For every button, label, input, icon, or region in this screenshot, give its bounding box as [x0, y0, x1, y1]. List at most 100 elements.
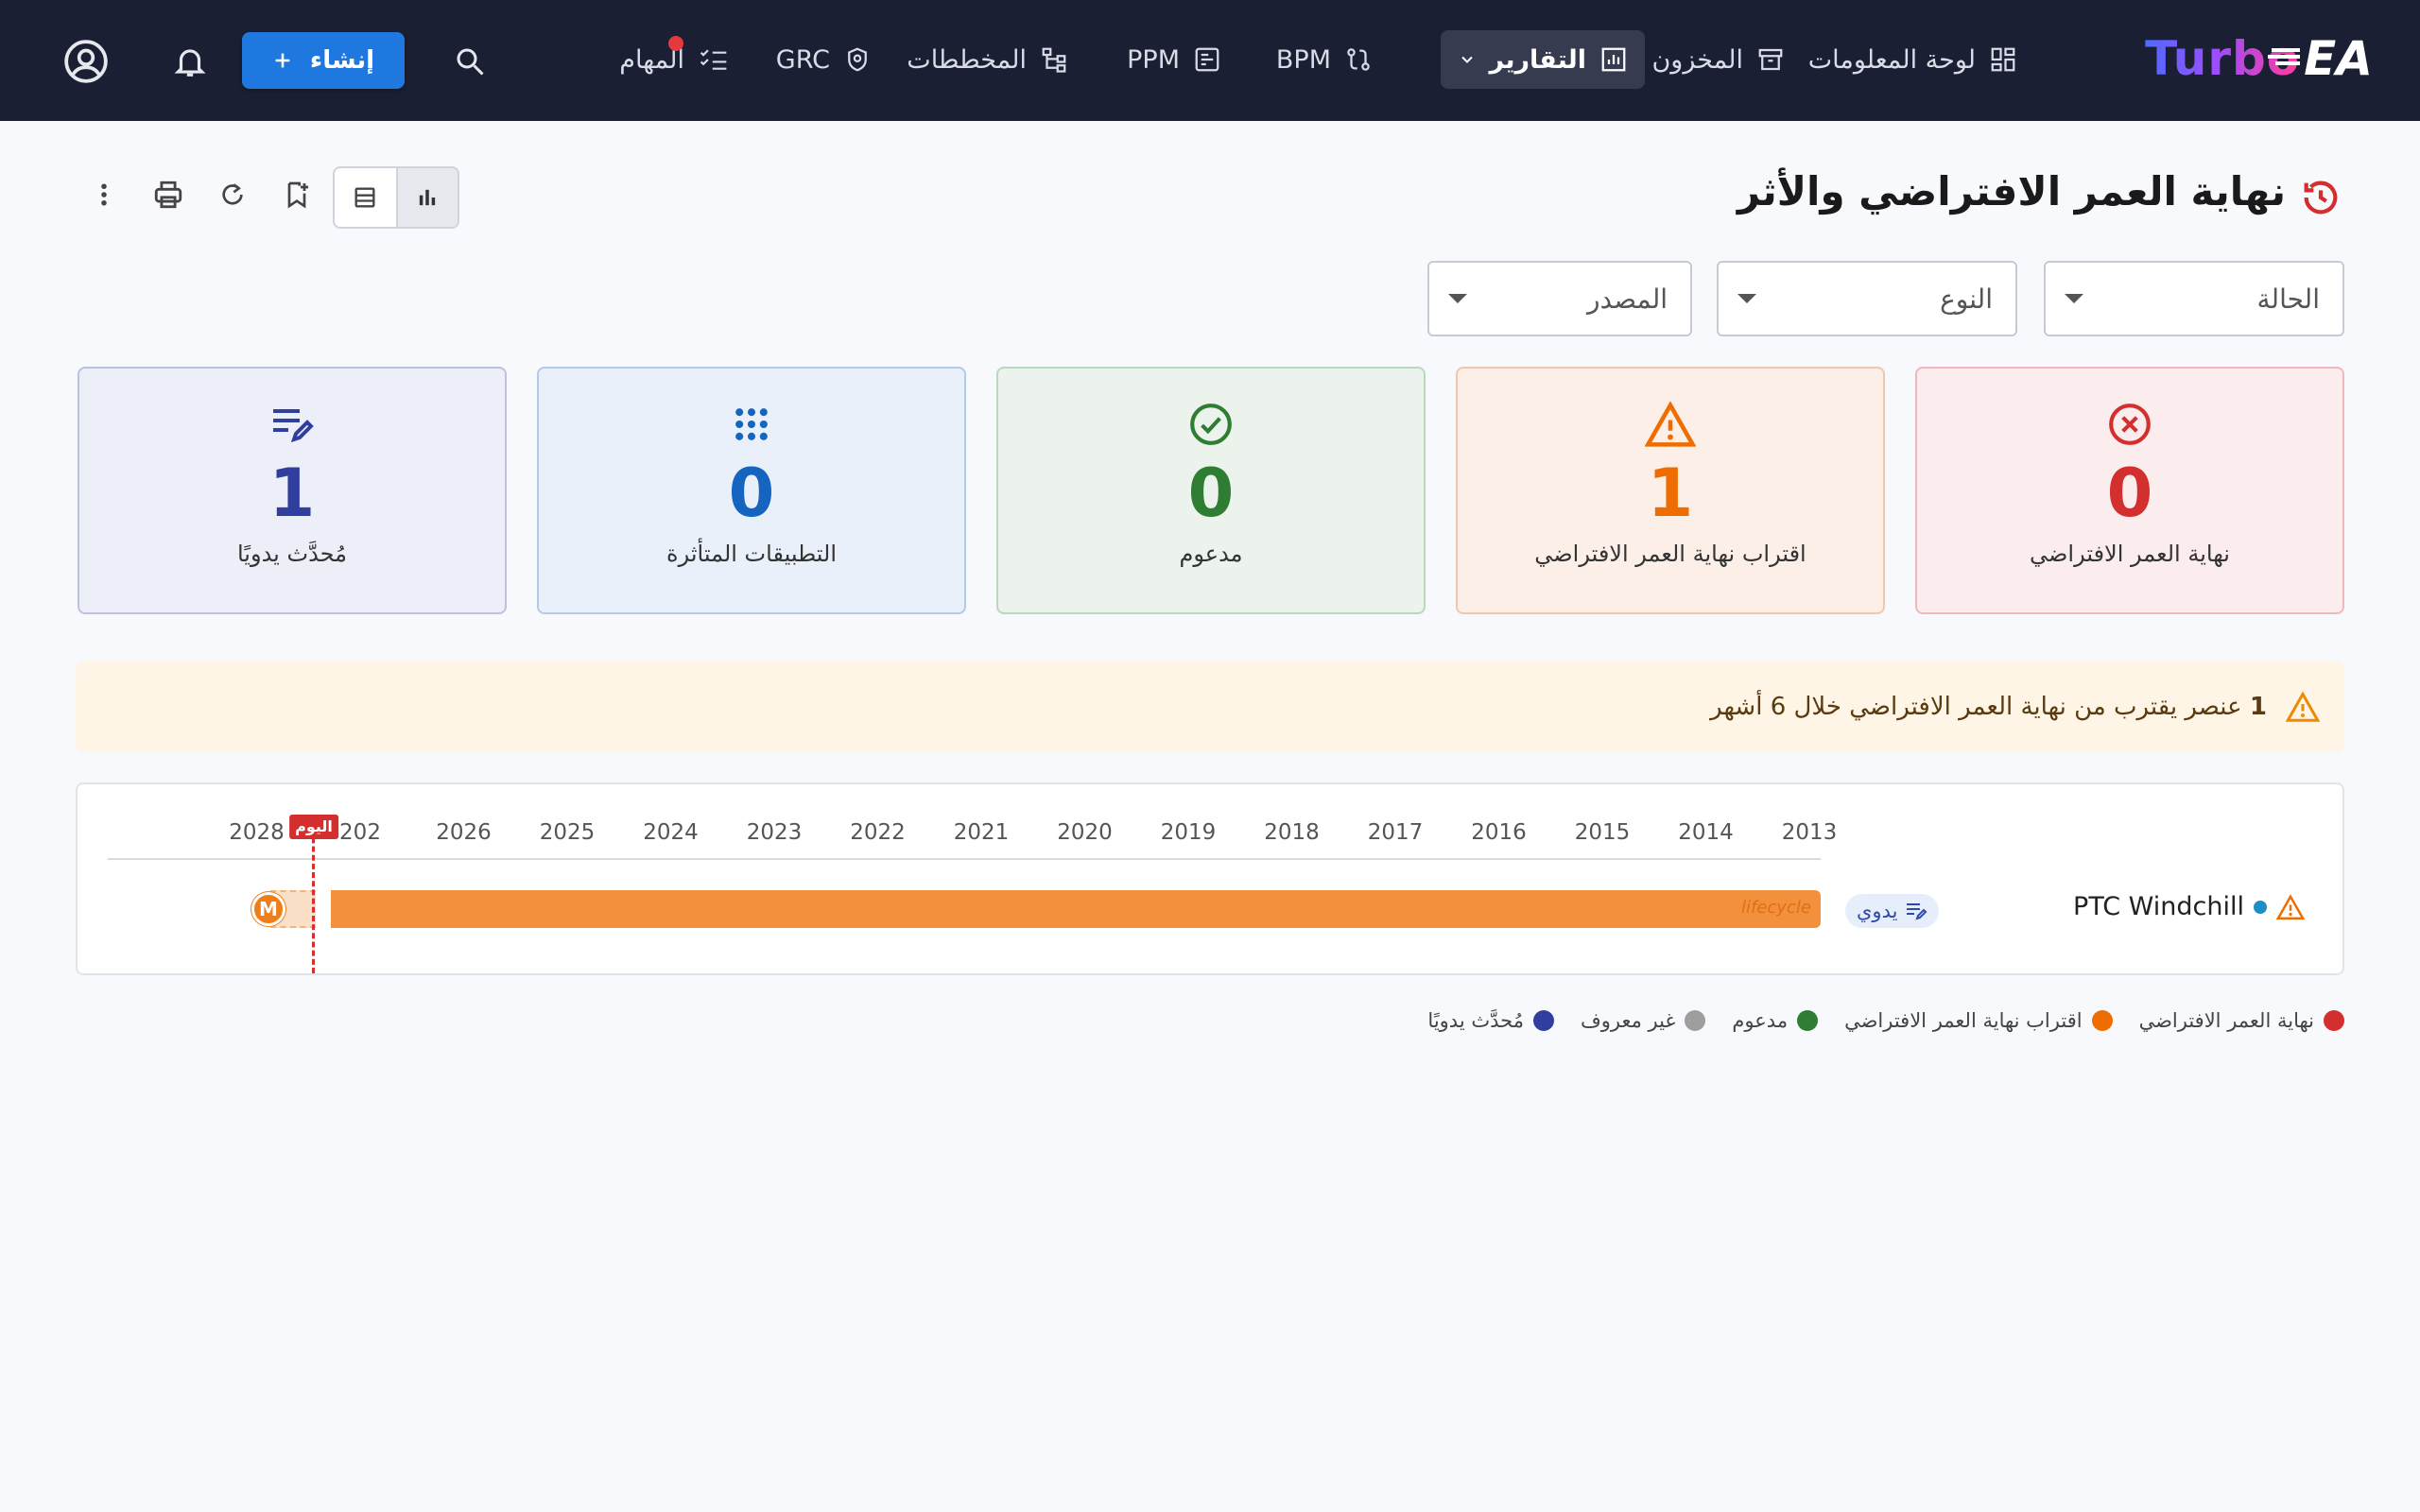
timeline-year-label: 2024 [643, 820, 699, 845]
legend-item: اقتراب نهاية العمر الافتراضي [1844, 1009, 2113, 1032]
source-chip-manual: يدوي [1845, 894, 1940, 928]
today-label: اليوم [289, 815, 338, 839]
timeline-year-label: 2023 [746, 820, 803, 845]
timeline-year-label: 2014 [1678, 820, 1734, 845]
lifecycle-bar[interactable] [331, 890, 1821, 928]
refresh-icon [222, 183, 243, 205]
stat-value: 1 [1647, 455, 1694, 532]
nav-bpm[interactable]: BPM [1259, 30, 1390, 89]
top-navigation-bar: Turbo EA لوحة المعلومات المخزون التقارير… [0, 0, 2420, 121]
nav-inventory-label: المخزون [1651, 44, 1743, 75]
archive-icon [1758, 48, 1783, 71]
source-filter-label: المصدر [1587, 283, 1668, 315]
process-flow-icon [1347, 48, 1370, 71]
timeline-year-label: 202 [339, 820, 381, 845]
alert-message: 1 عنصر يقترب من نهاية العمر الافتراضي خل… [1710, 693, 2267, 721]
status-filter[interactable]: الحالة [2044, 261, 2344, 336]
warning-triangle-icon [1645, 401, 1696, 447]
more-options-button[interactable] [83, 174, 125, 215]
stat-label: مُحدَّث يدويًا [236, 541, 348, 567]
stat-label: نهاية العمر الافتراضي [2030, 541, 2230, 567]
table-view-button[interactable] [335, 168, 396, 227]
timeline-year-label: 2022 [850, 820, 906, 845]
item-name: PTC Windchill [2073, 892, 2244, 921]
type-filter-label: النوع [1940, 283, 1993, 315]
stat-card-approaching-eol[interactable]: 1 اقتراب نهاية العمر الافتراضي [1456, 367, 1885, 614]
status-filter-label: الحالة [2256, 283, 2320, 315]
dropdown-arrow-icon [1737, 294, 1756, 303]
nav-grc[interactable]: GRC [759, 30, 889, 89]
legend-label: مدعوم [1732, 1009, 1789, 1032]
app-logo[interactable]: Turbo EA [2145, 28, 2373, 89]
nav-grc-label: GRC [775, 44, 830, 75]
legend-swatch [2324, 1010, 2344, 1031]
timeline-year-label: 2018 [1264, 820, 1320, 845]
timeline-year-label: 2017 [1367, 820, 1424, 845]
bookmark-add-icon [287, 181, 308, 209]
manual-marker[interactable]: M [251, 892, 285, 926]
timeline-year-label: 2021 [953, 820, 1010, 845]
nav-reports-label: التقارير [1489, 44, 1586, 75]
type-filter[interactable]: النوع [1717, 261, 2017, 336]
legend-label: نهاية العمر الافتراضي [2138, 1009, 2314, 1032]
legend-swatch [1532, 1010, 1554, 1031]
page-title: نهاية العمر الافتراضي والأثر [1737, 168, 2286, 215]
search-button[interactable] [450, 42, 490, 81]
reset-button[interactable] [212, 174, 253, 215]
legend-item: مدعوم [1732, 1009, 1819, 1032]
nav-diagrams[interactable]: المخططات [890, 30, 1085, 89]
timeline-year-label: 2028 [229, 820, 285, 845]
stat-card-end-of-life[interactable]: 0 نهاية العمر الافتراضي [1915, 367, 2344, 614]
stat-value: 1 [268, 455, 316, 532]
stat-card-affected-apps[interactable]: 0 التطبيقات المتأثرة [537, 367, 966, 614]
print-icon [154, 180, 182, 209]
timeline-year-label: 2016 [1471, 820, 1527, 845]
alert-text: عنصر يقترب من نهاية العمر الافتراضي خلال… [1710, 693, 2242, 721]
timeline-axis-line [108, 858, 1821, 860]
legend-swatch [2091, 1010, 2113, 1031]
chevron-down-icon [1461, 56, 1473, 63]
table-view-icon [354, 187, 375, 208]
nav-ppm[interactable]: PPM [1110, 30, 1238, 89]
dashboard-icon [1991, 47, 2015, 72]
nav-tasks[interactable]: المهام [602, 30, 747, 89]
nav-dashboard[interactable]: لوحة المعلومات [1791, 30, 2034, 89]
stat-value: 0 [1187, 455, 1235, 532]
nav-inventory[interactable]: المخزون [1634, 30, 1802, 89]
plus-icon [275, 53, 290, 68]
print-button[interactable] [147, 174, 189, 215]
legend-label: اقتراب نهاية العمر الافتراضي [1844, 1009, 2083, 1032]
create-button-label: إنشاء [309, 46, 375, 75]
legend-swatch [1797, 1010, 1819, 1031]
legend-item: غير معروف [1580, 1009, 1706, 1032]
timeline-row-label[interactable]: PTC Windchill [2073, 892, 2305, 921]
dropdown-arrow-icon [2065, 294, 2083, 303]
nav-bpm-label: BPM [1275, 44, 1331, 75]
user-profile-button[interactable] [60, 36, 112, 87]
timeline-year-label: 2015 [1574, 820, 1631, 845]
project-icon [1195, 47, 1219, 72]
create-button[interactable]: إنشاء [242, 32, 405, 89]
shield-icon [848, 47, 867, 72]
legend-item: نهاية العمر الافتراضي [2139, 1009, 2344, 1032]
timeline-year-label: 2019 [1160, 820, 1217, 845]
nav-reports[interactable]: التقارير [1440, 30, 1645, 89]
nav-diagrams-label: المخططات [907, 44, 1027, 75]
notifications-button[interactable] [168, 40, 212, 83]
bar-chart-icon [420, 189, 436, 206]
stat-label: التطبيقات المتأثرة [666, 541, 837, 567]
account-circle-icon [64, 40, 108, 83]
legend-label: غير معروف [1580, 1009, 1676, 1032]
diagram-tree-icon [1042, 47, 1066, 73]
nav-ppm-label: PPM [1127, 44, 1180, 75]
stat-card-manually-updated[interactable]: 1 مُحدَّث يدويًا [78, 367, 507, 614]
save-bookmark-button[interactable] [276, 174, 318, 215]
eol-warning-alert: 1 عنصر يقترب من نهاية العمر الافتراضي خل… [76, 662, 2344, 752]
chart-view-button[interactable] [395, 168, 458, 227]
stat-label: اقتراب نهاية العمر الافتراضي [1534, 541, 1806, 567]
warning-triangle-icon [2276, 893, 2305, 919]
stat-card-supported[interactable]: 0 مدعوم [996, 367, 1426, 614]
source-chip-label: يدوي [1857, 900, 1898, 922]
history-clock-icon [2304, 180, 2338, 215]
source-filter[interactable]: المصدر [1427, 261, 1692, 336]
